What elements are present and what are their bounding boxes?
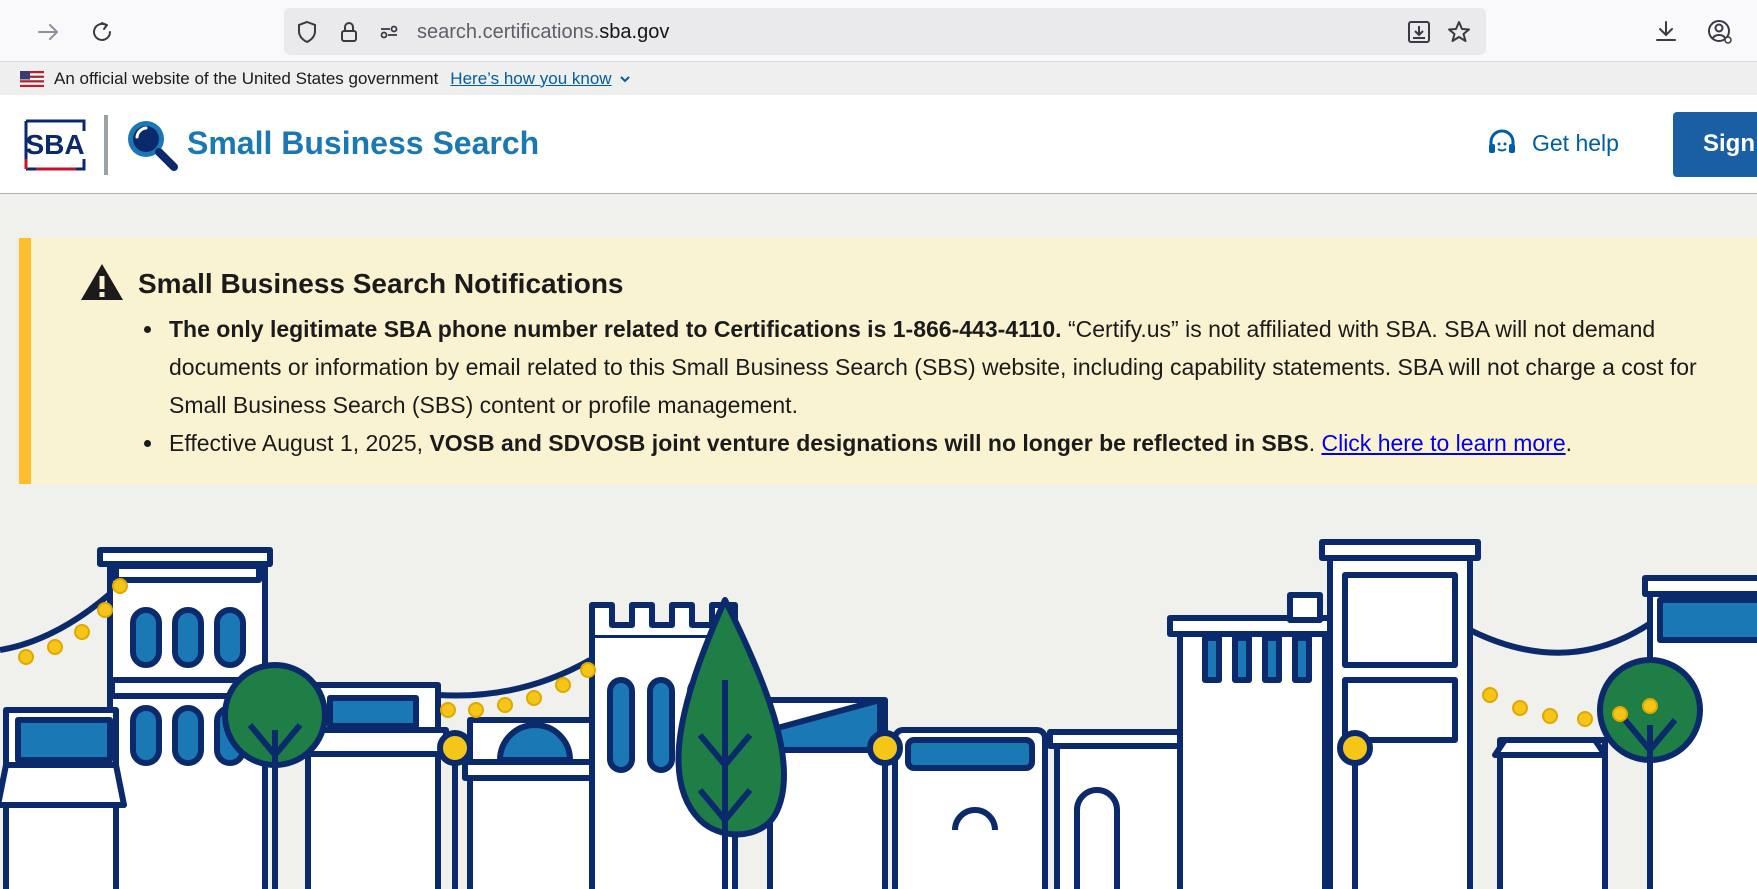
sign-in-button[interactable]: Sign i	[1673, 112, 1757, 177]
browser-toolbar: search.certifications.sba.gov	[0, 0, 1757, 62]
site-settings-icon[interactable]	[376, 19, 402, 45]
chevron-down-icon[interactable]	[618, 72, 632, 86]
us-flag-icon	[20, 70, 44, 87]
download-icon[interactable]	[1648, 14, 1684, 50]
jv-notice-bold: VOSB and SDVOSB joint venture designatio…	[429, 430, 1309, 456]
logo-divider	[104, 115, 108, 175]
site-header: SBA Small Business Search Get help Sign …	[0, 95, 1757, 194]
get-help-link[interactable]: Get help	[1486, 127, 1619, 159]
install-icon[interactable]	[1406, 19, 1432, 45]
magnifier-icon	[128, 121, 178, 171]
shield-icon[interactable]	[294, 19, 320, 45]
back-arrow-icon[interactable]	[30, 14, 66, 50]
get-help-label: Get help	[1532, 129, 1619, 156]
lock-icon[interactable]	[336, 19, 362, 45]
sba-logo[interactable]: SBA	[22, 117, 88, 173]
official-site-text: An official website of the United States…	[54, 68, 439, 88]
jv-notice-end: .	[1565, 430, 1573, 456]
notifications-alert: Small Business Search Notifications The …	[19, 238, 1757, 484]
list-item: Effective August 1, 2025, VOSB and SDVOS…	[165, 424, 1745, 462]
notifications-list: The only legitimate SBA phone number rel…	[145, 310, 1745, 462]
warning-icon	[81, 264, 123, 300]
how-you-know-link[interactable]: Here’s how you know	[450, 69, 611, 89]
reload-icon[interactable]	[84, 14, 120, 50]
notifications-title: Small Business Search Notifications	[138, 268, 624, 299]
url-text[interactable]: search.certifications.sba.gov	[417, 21, 669, 44]
site-title[interactable]: Small Business Search	[187, 125, 539, 162]
learn-more-link[interactable]: Click here to learn more	[1321, 430, 1565, 456]
headset-icon	[1489, 129, 1515, 153]
jv-notice-sep: .	[1308, 430, 1322, 456]
star-icon[interactable]	[1446, 19, 1472, 45]
gov-banner: An official website of the United States…	[0, 62, 1757, 95]
phone-notice-bold: The only legitimate SBA phone number rel…	[169, 316, 1062, 342]
sba-logo-text: SBA	[25, 129, 84, 160]
url-bar[interactable]: search.certifications.sba.gov	[284, 8, 1486, 55]
account-icon[interactable]	[1702, 14, 1738, 50]
main-street-illustration	[0, 539, 1757, 889]
list-item: The only legitimate SBA phone number rel…	[165, 310, 1745, 424]
jv-notice-prefix: Effective August 1, 2025,	[169, 430, 430, 456]
